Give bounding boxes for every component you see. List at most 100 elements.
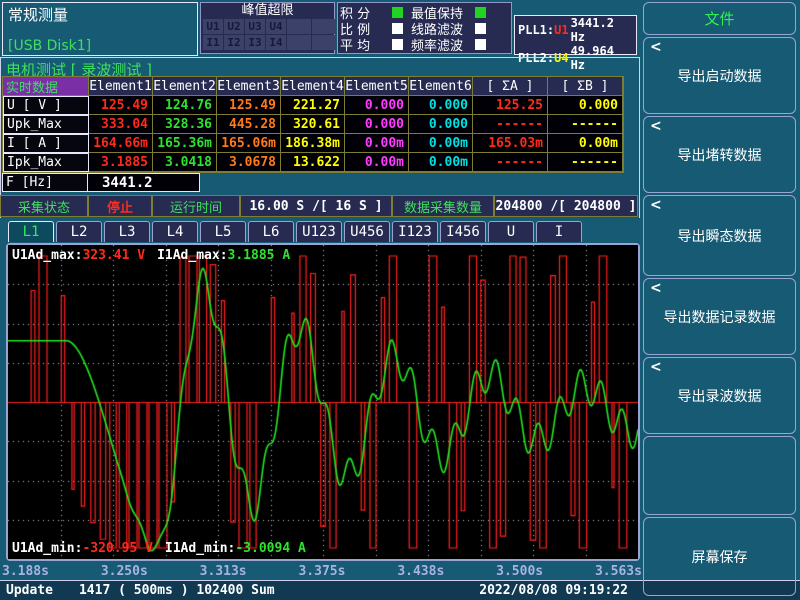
instrument-screen: 常规测量 [USB Disk1] 峰值超限 U1U2U3U4I1I2I3I4 积… [0,0,800,600]
toggle-checkbox[interactable] [392,39,403,50]
time-tick-label: 3.313s [200,564,247,579]
tab-l6[interactable]: L6 [248,221,294,242]
sample-count-label: 数据采集数量 [391,196,493,216]
table-cell: 0.000 [345,96,409,115]
column-header: [ ΣB ] [548,77,623,96]
table-cell: 125.25 [473,96,548,115]
screen-save-button[interactable]: 屏幕保存 [643,517,796,596]
column-header: Element4 [281,77,345,96]
export-transient-data-button[interactable]: <导出瞬态数据 [643,195,796,276]
table-cell: 320.61 [281,115,345,134]
i-max-label: I1Ad_max: [157,248,227,263]
table-cell: 0.00m [409,134,473,153]
column-header: Element1 [89,77,153,96]
table-corner-label: 实时数据 [3,77,89,96]
blank-function-key[interactable] [643,436,796,515]
table-cell: 125.49 [217,96,281,115]
pll-label: PLL2: [518,51,554,65]
time-tick-label: 3.563s [595,564,642,579]
peak-cell-u3: U3 [245,19,265,34]
time-tick-label: 3.438s [397,564,444,579]
tab-l5[interactable]: L5 [200,221,246,242]
sidebar-button-label: 导出堵转数据 [678,145,762,165]
export-start-data-button[interactable]: <导出启动数据 [643,37,796,114]
tab-i456[interactable]: I456 [440,221,486,242]
waveform-min-readout: U1Ad_min:-320.95 VI1Ad_min:-3.0094 A [12,541,306,556]
table-cell: 3.0678 [217,153,281,172]
table-cell: 0.00m [345,134,409,153]
datetime: 2022/08/08 09:19:22 [479,583,628,598]
toggle-checkbox[interactable] [475,39,486,50]
column-header: Element5 [345,77,409,96]
tab-l1[interactable]: L1 [8,221,54,242]
toggle-label: 平 均 [340,35,388,54]
table-cell: 165.36m [153,134,217,153]
u-max-unit: V [129,248,145,263]
peak-over-limit-panel: 峰值超限 U1U2U3U4I1I2I3I4 [200,2,335,54]
table-cell: 3.1885 [89,153,153,172]
time-axis-labels: 3.188s3.250s3.313s3.375s3.438s3.500s3.56… [2,564,642,579]
toggle-checkbox[interactable] [392,7,403,18]
waveform-canvas [8,245,638,559]
tab-l3[interactable]: L3 [104,221,150,242]
left-arrow-icon: < [650,117,662,135]
toggle-row: 积 分最值保持 [340,5,509,20]
left-arrow-icon: < [650,358,662,376]
acq-status-label: 采集状态 [1,196,87,216]
tab-i[interactable]: I [536,221,582,242]
pll-value: 49.964 Hz [571,44,633,72]
channel-tabs: L1L2L3L4L5L6U123U456I123I456UI [8,221,582,242]
toggle-checkbox[interactable] [392,23,403,34]
time-tick-label: 3.188s [2,564,49,579]
tab-l2[interactable]: L2 [56,221,102,242]
i-max-unit: A [275,248,291,263]
acquisition-status-bar: 采集状态 停止 运行时间 16.00 S /[ 16 S ] 数据采集数量 20… [0,195,638,217]
pll-label: PLL1: [518,23,554,37]
export-waveform-data-button[interactable]: <导出录波数据 [643,357,796,434]
toggle-row: 比 例线路滤波 [340,21,509,36]
pll-source: U4 [554,51,568,65]
table-cell: 124.76 [153,96,217,115]
tab-u[interactable]: U [488,221,534,242]
acq-status-value: 停止 [87,196,151,216]
table-cell: 0.000 [548,96,623,115]
frequency-value: 3441.2 [88,173,200,192]
peak-panel-title: 峰值超限 [201,3,334,19]
peak-cell-i1: I1 [203,35,223,50]
left-arrow-icon: < [650,38,662,56]
i-min-value: -3.0094 [235,541,290,556]
peak-cell-i2: I2 [224,35,244,50]
run-time-value: 16.00 S /[ 16 S ] [239,196,391,216]
file-menu-title[interactable]: 文件 [643,2,796,35]
table-cell: 0.00m [409,153,473,172]
table-cell: 165.06m [217,134,281,153]
table-cell: 3.0418 [153,153,217,172]
frequency-label: F [Hz] [2,173,88,192]
table-cell: 0.00m [345,153,409,172]
tab-i123[interactable]: I123 [392,221,438,242]
column-header: Element3 [217,77,281,96]
table-cell: 221.27 [281,96,345,115]
row-label: Upk_Max [3,115,89,134]
export-stall-data-button[interactable]: < 导出堵转数据 [643,116,796,193]
peak-cell-empty [287,35,311,50]
tab-u456[interactable]: U456 [344,221,390,242]
tab-u123[interactable]: U123 [296,221,342,242]
update-stats: 1417 ( 500ms ) 102400 Sum [79,583,275,598]
pll-row-1: PLL1:U13441.2 Hz [515,16,636,44]
tab-l4[interactable]: L4 [152,221,198,242]
export-datalog-data-button[interactable]: <导出数据记录数据 [643,278,796,355]
left-arrow-icon: < [650,279,662,297]
column-header: [ ΣA ] [473,77,548,96]
toggle-checkbox[interactable] [475,7,486,18]
table-cell: 186.38m [281,134,345,153]
u-min-label: U1Ad_min: [12,541,82,556]
row-label: U [ V ] [3,96,89,115]
run-time-label: 运行时间 [151,196,239,216]
time-tick-label: 3.500s [496,564,543,579]
sidebar-button-label: 屏幕保存 [692,547,748,567]
toggle-checkbox[interactable] [475,23,486,34]
left-arrow-icon: < [650,196,662,214]
sidebar-button-label: 导出数据记录数据 [664,307,776,327]
u-max-value: 323.41 [82,248,129,263]
